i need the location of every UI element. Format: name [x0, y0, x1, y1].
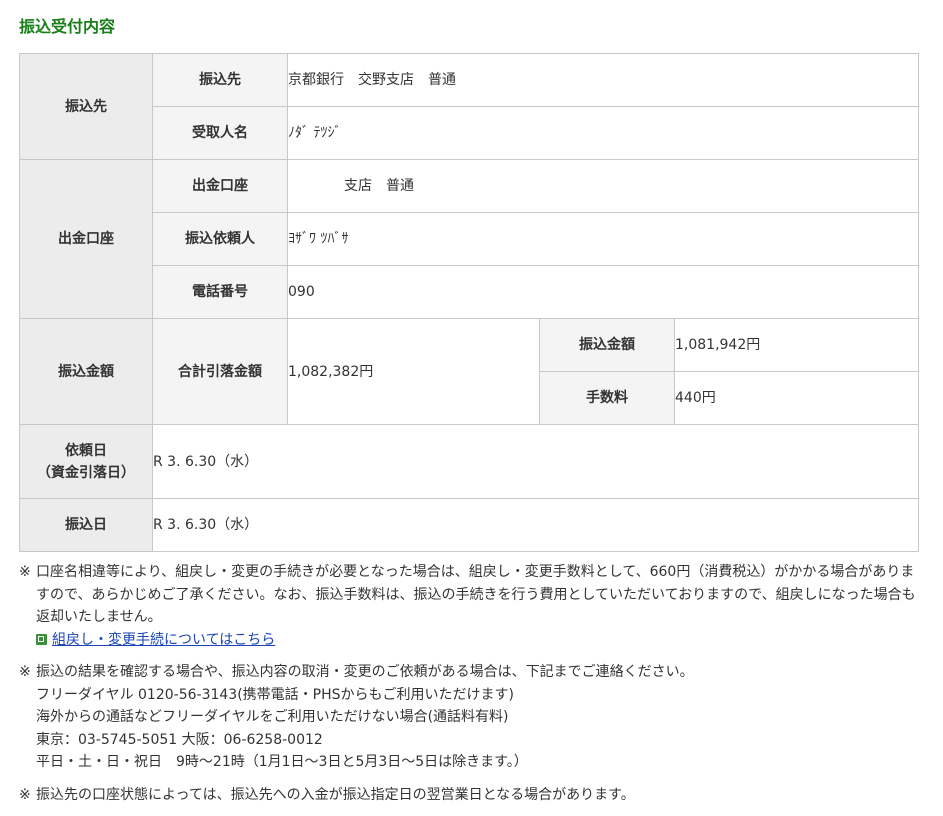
contact-line: フリーダイヤル 0120-56-3143(携帯電話・PHSからもご利用いただけま… — [36, 686, 514, 703]
fee-label: 手数料 — [539, 371, 675, 425]
note-mark: ※ — [19, 564, 31, 580]
payee-header: 振込先 — [19, 53, 153, 160]
payee-bank-value: 京都銀行 交野支店 普通 — [286, 53, 920, 107]
note-refund-text: 口座名相違等により、組戻し・変更の手続きが必要となった場合は、組戻し・変更手数料… — [36, 564, 916, 625]
transfer-detail-table: 振込先 振込先 京都銀行 交野支店 普通 受取人名 ﾉﾀﾞ ﾃﾂｼﾞ 出金口座 … — [19, 53, 920, 552]
note-deposit-timing-text: 振込先の口座状態によっては、振込先への入金が振込指定日の翌営業日となる場合があり… — [36, 786, 635, 803]
request-date-value: R 3. 6.30（水） — [151, 424, 920, 499]
external-link-icon — [36, 633, 47, 645]
note-deposit-timing: ※ 振込先の口座状態によっては、振込先への入金が振込指定日の翌営業日となる場合が… — [19, 784, 921, 807]
note-mark: ※ — [19, 664, 31, 680]
transfer-date-value: R 3. 6.30（水） — [151, 498, 920, 552]
total-debit-value: 1,082,382円 — [287, 318, 540, 425]
request-date-header-line1: 依頼日 — [65, 442, 107, 459]
contact-line: 振込の結果を確認する場合や、振込内容の取消・変更のご依頼がある場合は、下記までご… — [36, 664, 694, 680]
requester-value: ﾖｻﾞﾜ ﾂﾊﾞｻ — [286, 212, 920, 266]
requester-label: 振込依頼人 — [152, 212, 288, 266]
transfer-amount-label: 振込金額 — [539, 318, 675, 372]
contact-line: 東京：03-5745-5051 大阪：06-6258-0012 — [36, 731, 323, 748]
table-row: 電話番号 090 — [20, 265, 920, 319]
contact-line: 海外からの通話などフリーダイヤルをご利用いただけない場合(通話料有料) — [36, 709, 509, 725]
table-row: 振込日 R 3. 6.30（水） — [19, 498, 920, 552]
source-account-label: 出金口座 — [152, 159, 288, 213]
transfer-receipt-page: 振込受付内容 振込先 振込先 京都銀行 交野支店 普通 受取人名 ﾉﾀﾞ ﾃﾂｼ… — [0, 0, 943, 811]
transfer-amount-value: 1,081,942円 — [673, 318, 920, 372]
payee-name-label: 受取人名 — [152, 106, 288, 160]
source-header: 出金口座 — [19, 159, 153, 319]
request-date-header-line2: （資金引落日） — [37, 464, 135, 481]
note-mark: ※ — [19, 786, 31, 803]
request-date-header: 依頼日 （資金引落日） — [19, 424, 153, 499]
table-row: 振込先 振込先 京都銀行 交野支店 普通 — [19, 53, 920, 160]
table-row: 出金口座 出金口座 支店 普通 — [19, 159, 920, 319]
total-debit-label: 合計引落金額 — [152, 318, 288, 425]
fee-value: 440円 — [673, 371, 920, 425]
note-contact: ※ 振込の結果を確認する場合や、振込内容の取消・変更のご依頼がある場合は、下記ま… — [19, 661, 921, 774]
note-refund: ※ 口座名相違等により、組戻し・変更の手続きが必要となった場合は、組戻し・変更手… — [19, 561, 921, 651]
phone-label: 電話番号 — [152, 265, 288, 319]
refund-link-line: 組戻し・変更手続についてはこちら — [36, 629, 921, 652]
payee-bank-label: 振込先 — [152, 53, 288, 107]
table-row: 受取人名 ﾉﾀﾞ ﾃﾂｼﾞ — [20, 106, 920, 160]
table-row: 依頼日 （資金引落日） R 3. 6.30（水） — [19, 424, 920, 499]
source-account-value: 支店 普通 — [286, 159, 920, 213]
transfer-date-header: 振込日 — [19, 498, 153, 552]
refund-procedure-link[interactable]: 組戻し・変更手続についてはこちら — [52, 632, 275, 648]
contact-line: 平日・土・日・祝日 9時～21時（1月1日～3日と5月3日～5日は除きます。） — [36, 754, 528, 770]
phone-value: 090 — [286, 265, 920, 319]
page-title: 振込受付内容 — [19, 17, 116, 36]
payee-name-value: ﾉﾀﾞ ﾃﾂｼﾞ — [286, 106, 920, 160]
amount-header: 振込金額 — [19, 318, 153, 425]
notes-section: ※ 口座名相違等により、組戻し・変更の手続きが必要となった場合は、組戻し・変更手… — [19, 561, 921, 816]
table-row: 振込金額 合計引落金額 1,082,382円 振込金額 1,081,942円 — [19, 318, 920, 425]
table-row: 振込依頼人 ﾖｻﾞﾜ ﾂﾊﾞｻ — [20, 212, 920, 266]
